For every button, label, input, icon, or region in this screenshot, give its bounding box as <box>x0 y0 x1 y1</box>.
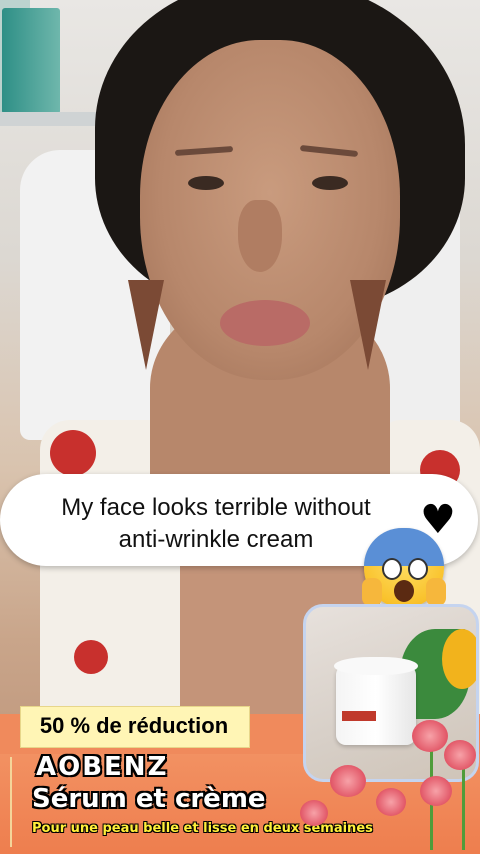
dress-flower <box>74 640 108 674</box>
earring-right <box>350 280 386 370</box>
carnation-decoration <box>300 800 328 826</box>
dress-flower <box>50 430 96 476</box>
scream-emoji-icon <box>362 528 446 608</box>
wall-shelf <box>0 112 100 126</box>
carnation-decoration <box>420 776 452 806</box>
background-product-box <box>2 8 60 114</box>
caption-line-1: My face looks terrible without <box>61 494 371 521</box>
carnation-decoration <box>444 740 476 770</box>
carnation-decoration <box>376 788 406 816</box>
eye-right <box>312 176 348 190</box>
product-name: Sérum et crème <box>32 784 266 814</box>
sunflower-decoration <box>442 629 476 689</box>
cream-jar-lid <box>334 657 418 675</box>
brand-name: AOBENZ <box>36 752 169 782</box>
cream-jar <box>336 665 416 745</box>
cream-jar-label <box>342 711 376 721</box>
nose <box>238 200 282 272</box>
earring-left <box>128 280 164 370</box>
flower-stem <box>462 760 465 850</box>
discount-text: 50 % de réduction <box>39 713 229 738</box>
video-frame: My face looks terrible without anti-wrin… <box>0 0 480 854</box>
carnation-decoration <box>412 720 448 752</box>
eye-left <box>188 176 224 190</box>
carnation-decoration <box>330 765 366 797</box>
lips <box>220 300 310 346</box>
caption-text: My face looks terrible without anti-wrin… <box>0 492 432 556</box>
